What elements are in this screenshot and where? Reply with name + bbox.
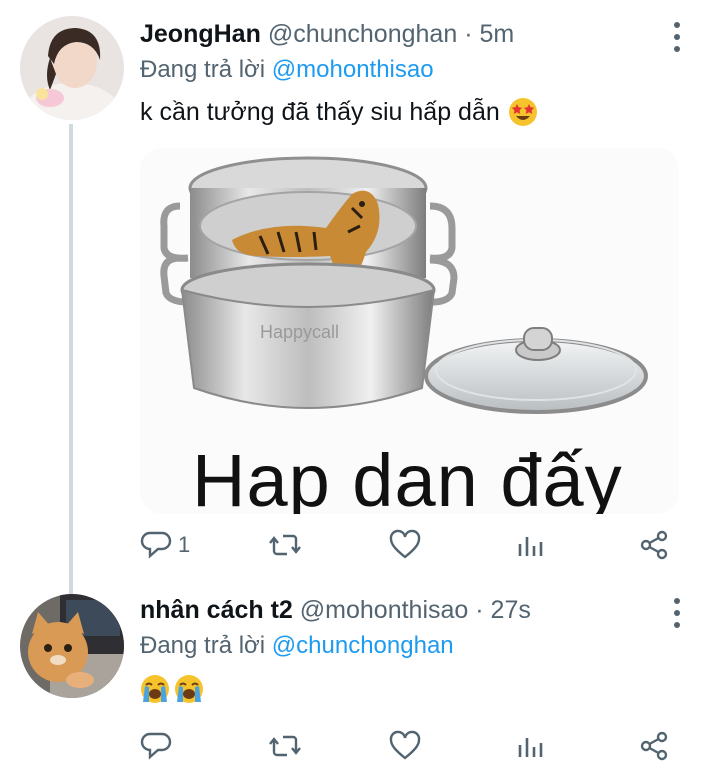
- loudly-crying-emoji: [175, 675, 203, 703]
- reply-icon: [140, 732, 172, 760]
- more-vertical-icon[interactable]: [672, 598, 682, 628]
- timestamp[interactable]: · 27s: [475, 596, 531, 624]
- tweet-actions: [140, 726, 680, 766]
- tweet-media[interactable]: Happycall Hap dan đấy: [140, 148, 679, 514]
- star-struck-emoji: [508, 98, 537, 126]
- tweet-actions: 1: [140, 525, 680, 565]
- media-watermark: Happycall: [260, 322, 339, 342]
- like-button[interactable]: [388, 726, 428, 766]
- share-icon: [640, 731, 668, 761]
- display-name[interactable]: JeongHan: [140, 20, 261, 48]
- analytics-icon: [518, 537, 543, 556]
- avatar-jeonghan[interactable]: [20, 16, 124, 120]
- share-button[interactable]: [638, 726, 670, 766]
- like-icon: [389, 529, 421, 559]
- replying-to-label: Đang trả lời: [140, 632, 266, 659]
- avatar-nhan-cach-t2[interactable]: [20, 594, 124, 698]
- avatar-cat-image: [20, 594, 124, 698]
- analytics-button[interactable]: [516, 726, 546, 766]
- retweet-icon: [269, 735, 301, 757]
- share-button[interactable]: [638, 525, 670, 565]
- tweet-text: [140, 674, 204, 704]
- tweet-header: nhân cách t2 @mohonthisao · 27s: [140, 596, 531, 625]
- like-icon: [389, 730, 421, 760]
- loudly-crying-emoji: [141, 675, 169, 703]
- replying-to-handle[interactable]: @chunchonghan: [272, 632, 454, 659]
- replying-to: Đang trả lời @mohonthisao: [140, 56, 434, 84]
- reply-count: 1: [178, 532, 191, 557]
- media-caption: Hap dan đấy: [192, 439, 623, 514]
- user-handle[interactable]: @mohonthisao: [300, 596, 469, 624]
- like-button[interactable]: [388, 525, 428, 565]
- share-icon: [640, 530, 668, 560]
- timestamp[interactable]: · 5m: [464, 20, 514, 48]
- retweet-button[interactable]: [268, 726, 308, 766]
- tweet-text: k cần tưởng đã thấy siu hấp dẫn: [140, 97, 538, 127]
- tweet-text-content: k cần tưởng đã thấy siu hấp dẫn: [140, 97, 500, 126]
- retweet-button[interactable]: [268, 525, 308, 565]
- thread-line: [69, 124, 73, 594]
- tweet-1[interactable]: JeongHan @chunchonghan · 5m Đang trả lời…: [0, 0, 719, 594]
- reply-button[interactable]: 1: [140, 525, 190, 565]
- avatar-jeonghan-image: [20, 16, 124, 120]
- analytics-button[interactable]: [516, 525, 546, 565]
- user-handle[interactable]: @chunchonghan: [268, 20, 457, 48]
- display-name[interactable]: nhân cách t2: [140, 596, 293, 624]
- tweet-header: JeongHan @chunchonghan · 5m: [140, 20, 514, 49]
- analytics-icon: [518, 738, 543, 757]
- reply-icon: [140, 531, 172, 559]
- more-vertical-icon[interactable]: [672, 22, 682, 52]
- reply-button[interactable]: [140, 726, 178, 766]
- replying-to-label: Đang trả lời: [140, 56, 266, 83]
- retweet-icon: [269, 534, 301, 556]
- replying-to-handle[interactable]: @mohonthisao: [272, 56, 434, 83]
- replying-to: Đang trả lời @chunchonghan: [140, 632, 454, 660]
- tweet-2[interactable]: nhân cách t2 @mohonthisao · 27s Đang trả…: [0, 590, 719, 774]
